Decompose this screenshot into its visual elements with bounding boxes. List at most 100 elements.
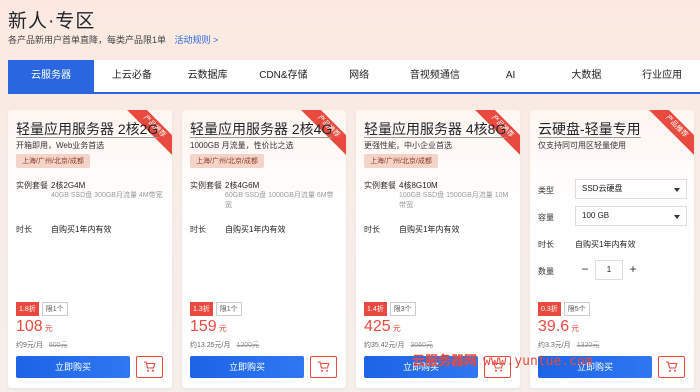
spec-detail: 60GB SSD盘 1000GB月流量 6M带宽 xyxy=(225,192,334,209)
product-desc: 1000GB 月流量，性价比之选 xyxy=(190,141,294,150)
product-title[interactable]: 云硬盘-轻量专用 xyxy=(538,119,641,139)
discount-badge: 1.8折 xyxy=(16,302,39,316)
product-title[interactable]: 轻量应用服务器 2核2G xyxy=(16,119,158,139)
disk-type-value: SSD云硬盘 xyxy=(582,184,623,193)
add-to-cart-button[interactable] xyxy=(658,356,685,378)
price: 159 元 xyxy=(190,318,227,336)
watermark-url: www.yuntue.com xyxy=(483,354,593,369)
buy-now-button[interactable]: 立即购买 xyxy=(16,356,130,378)
discount-badge: 0.3折 xyxy=(538,302,561,316)
site-watermark: 云服务器网 www.yuntue.com xyxy=(412,350,593,369)
price-value: 425 xyxy=(364,318,391,335)
price-detail: 约35.42元/月 3060元 xyxy=(364,340,433,350)
price-unit: 元 xyxy=(571,324,580,333)
type-label: 类型 xyxy=(538,186,554,195)
product-card: 产品推荐 云硬盘-轻量专用 仅支持同可用区轻量使用 类型 SSD云硬盘 容量 1… xyxy=(530,110,694,388)
tab-database[interactable]: 云数据库 xyxy=(170,60,246,92)
limit-badge: 限1个 xyxy=(215,302,242,316)
per-month-price: 约13.25元/月 xyxy=(190,342,231,349)
per-month-price: 约9元/月 xyxy=(16,342,43,349)
tab-av-communication[interactable]: 音视频通信 xyxy=(397,60,473,92)
tab-industry[interactable]: 行业应用 xyxy=(624,60,700,92)
watermark-cn: 云服务器网 xyxy=(412,353,478,368)
tab-network[interactable]: 网络 xyxy=(321,60,397,92)
product-desc: 仅支持同可用区轻量使用 xyxy=(538,141,626,150)
product-title[interactable]: 轻量应用服务器 2核4G xyxy=(190,119,332,139)
spec-label: 实例套餐 xyxy=(190,181,222,190)
spec-main: 2核4G6M xyxy=(225,181,260,190)
page-subtitle: 各产品新用户首单直降，每类产品限1单 活动规则 > xyxy=(8,33,218,46)
quantity-input[interactable]: 1 xyxy=(595,260,623,280)
price-detail: 约3.3元/月 1320元 xyxy=(538,340,599,350)
product-desc: 更强性能，中小企业首选 xyxy=(364,141,452,150)
tab-cloud-server[interactable]: 云服务器 xyxy=(8,60,94,92)
product-desc: 开箱即用，Web业务首选 xyxy=(16,141,105,150)
per-month-price: 约3.3元/月 xyxy=(538,342,571,349)
cart-icon xyxy=(666,361,678,372)
discount-badges: 1.4折 限3个 xyxy=(364,302,416,316)
region-tag: 上海/广州/北京/成都 xyxy=(364,154,438,168)
cart-icon xyxy=(318,361,330,372)
disk-type-select[interactable]: SSD云硬盘 xyxy=(575,179,687,199)
increment-button[interactable]: + xyxy=(623,260,643,280)
per-month-price: 约35.42元/月 xyxy=(364,342,405,349)
add-to-cart-button[interactable] xyxy=(310,356,337,378)
spec-label: 实例套餐 xyxy=(16,181,48,190)
cart-icon xyxy=(144,361,156,372)
region-tag: 上海/广州/北京/成都 xyxy=(16,154,90,168)
spec-detail: 100GB SSD盘 1500GB月流量 10M带宽 xyxy=(399,192,509,209)
price: 425 元 xyxy=(364,318,401,336)
discount-badges: 0.3折 限5个 xyxy=(538,302,590,316)
product-card: 产品推荐 轻量应用服务器 4核8G 更强性能，中小企业首选 上海/广州/北京/成… xyxy=(356,110,520,388)
discount-badge: 1.3折 xyxy=(190,302,213,316)
original-price: 3060元 xyxy=(410,342,434,349)
decrement-button[interactable]: − xyxy=(575,260,595,280)
capacity-label: 容量 xyxy=(538,213,554,222)
add-to-cart-button[interactable] xyxy=(136,356,163,378)
price-unit: 元 xyxy=(218,324,227,333)
original-price: 600元 xyxy=(48,342,68,349)
capacity-select[interactable]: 100 GB xyxy=(575,206,687,226)
price: 39.6 元 xyxy=(538,318,579,336)
category-tabs: 云服务器 上云必备 云数据库 CDN&存储 网络 音视频通信 AI 大数据 行业… xyxy=(8,60,700,94)
duration-value: 自购买1年内有效 xyxy=(399,225,460,234)
limit-badge: 限1个 xyxy=(41,302,68,316)
subtitle-text: 各产品新用户首单直降，每类产品限1单 xyxy=(8,35,167,45)
price-unit: 元 xyxy=(44,324,53,333)
spec-detail: 40GB SSD盘 300GB月流量 4M带宽 xyxy=(51,192,163,199)
product-card: 产品推荐 轻量应用服务器 2核2G 开箱即用，Web业务首选 上海/广州/北京/… xyxy=(8,110,172,388)
spec-main: 2核2G4M xyxy=(51,181,86,190)
product-card: 产品推荐 轻量应用服务器 2核4G 1000GB 月流量，性价比之选 上海/广州… xyxy=(182,110,346,388)
limit-badge: 限3个 xyxy=(389,302,416,316)
limit-badge: 限5个 xyxy=(563,302,590,316)
product-title[interactable]: 轻量应用服务器 4核8G xyxy=(364,119,506,139)
duration-label: 时长 xyxy=(538,240,554,249)
spec-label: 实例套餐 xyxy=(364,181,396,190)
recommend-ribbon: 产品推荐 xyxy=(642,110,694,161)
duration-label: 时长 xyxy=(16,225,32,234)
tab-cloud-essentials[interactable]: 上云必备 xyxy=(94,60,170,92)
capacity-value: 100 GB xyxy=(582,211,610,220)
quantity-label: 数量 xyxy=(538,267,554,276)
chevron-down-icon xyxy=(674,215,680,219)
spec-main: 4核8G10M xyxy=(399,181,438,190)
price-detail: 约9元/月 600元 xyxy=(16,340,68,350)
discount-badges: 1.8折 限1个 xyxy=(16,302,68,316)
duration-value: 自购买1年内有效 xyxy=(575,240,636,249)
chevron-down-icon xyxy=(674,188,680,192)
original-price: 1320元 xyxy=(576,342,600,349)
tab-big-data[interactable]: 大数据 xyxy=(549,60,625,92)
tab-cdn-storage[interactable]: CDN&存储 xyxy=(246,60,322,92)
rules-link[interactable]: 活动规则 > xyxy=(175,35,219,45)
region-tag: 上海/广州/北京/成都 xyxy=(190,154,264,168)
price-value: 39.6 xyxy=(538,318,570,335)
discount-badges: 1.3折 限1个 xyxy=(190,302,242,316)
quantity-stepper: − 1 + xyxy=(575,260,643,280)
page-title: 新人·专区 xyxy=(8,11,96,32)
price-unit: 元 xyxy=(392,324,401,333)
discount-badge: 1.4折 xyxy=(364,302,387,316)
buy-now-button[interactable]: 立即购买 xyxy=(190,356,304,378)
price-value: 108 xyxy=(16,318,43,335)
tab-ai[interactable]: AI xyxy=(473,60,549,92)
duration-value: 自购买1年内有效 xyxy=(225,225,286,234)
